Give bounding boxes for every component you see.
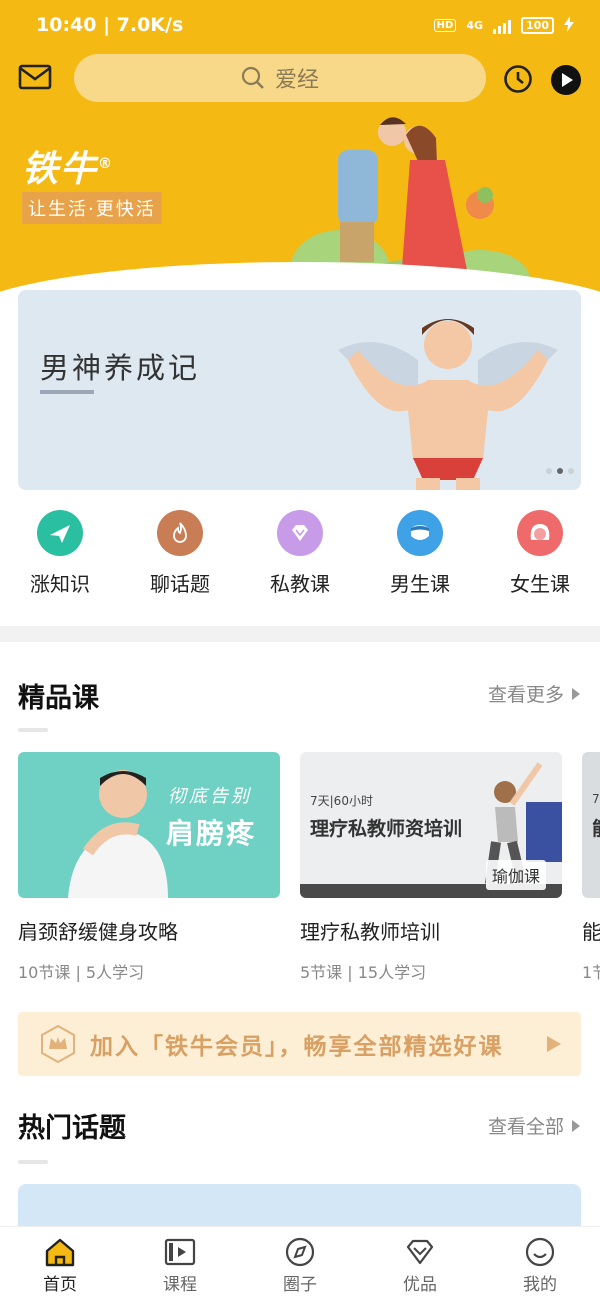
course-thumbnail: 彻底告别 肩膀疼 [18,752,280,898]
category-knowledge[interactable]: 涨知识 [0,510,120,610]
status-time: 10:40 | 7.0K/s [36,14,184,36]
course-meta: 5节课 | 15人学习 [300,963,427,982]
course-card[interactable]: 7天|60小时 理疗私教师资培训 瑜伽课 理疗私教师培训 5节课 | 15人学习 [300,752,562,983]
course-title: 肩颈舒缓健身攻略 [18,920,178,944]
signal-label: 4G [466,19,484,32]
premium-title-underline [18,728,48,732]
search-bar[interactable]: 爱经 [74,54,486,102]
membership-text: 加入「铁牛会员」，畅享全部精选好课 [90,1034,504,1060]
section-divider [0,626,600,642]
diamond-icon [406,1239,434,1265]
banner-pager [546,468,574,474]
crown-badge-icon [41,1024,75,1064]
brand-logo: 铁牛® [22,149,115,190]
course-card[interactable]: 7 能 能 1节 [582,752,600,983]
membership-banner[interactable]: 加入「铁牛会员」，畅享全部精选好课 [18,1012,581,1076]
brand-slogan: 让生活·更快活 [22,192,162,224]
play-arrow-icon [547,1036,561,1052]
tab-shop[interactable]: 优品 [360,1227,480,1301]
course-meta: 10节课 | 5人学习 [18,963,145,982]
premium-more-link[interactable]: 查看更多 [488,680,580,707]
chevron-right-icon [572,1119,580,1132]
topics-more-link[interactable]: 查看全部 [488,1112,580,1139]
hero-header: 10:40 | 7.0K/s HD 4G 100 爱经 铁牛® 让生活·更快活 [0,0,600,330]
category-topics[interactable]: 聊话题 [120,510,240,610]
video-icon [164,1238,196,1266]
hd-badge: HD [433,19,457,32]
battery-icon: 100 [521,17,554,34]
course-card[interactable]: 彻底告别 肩膀疼 肩颈舒缓健身攻略 10节课 | 5人学习 [18,752,280,983]
category-female-class[interactable]: 女生课 [480,510,600,610]
thumb-caption-small: 7 [592,792,600,806]
muscle-man-illustration [338,319,558,490]
topics-title-underline [18,1160,48,1164]
history-clock-icon[interactable] [503,64,533,94]
mail-icon[interactable] [18,64,54,92]
tab-mine[interactable]: 我的 [480,1227,600,1301]
course-thumbnail: 7天|60小时 理疗私教师资培训 瑜伽课 [300,752,562,898]
bottom-tab-bar: 首页 课程 圈子 优品 我的 [0,1226,600,1301]
course-title: 能 [582,920,600,944]
thumb-caption-small: 彻底告别 [168,786,252,807]
category-male-class[interactable]: 男生课 [360,510,480,610]
banner-underline [40,390,94,394]
home-icon [45,1238,75,1267]
tab-courses[interactable]: 课程 [120,1227,240,1301]
course-thumbnail: 7 能 [582,752,600,898]
thumb-caption-big: 肩膀疼 [166,817,257,850]
hot-icon [157,510,203,556]
status-bar: 10:40 | 7.0K/s HD 4G 100 [0,0,600,52]
promo-banner[interactable]: 男神养成记 [18,290,581,490]
smile-icon [525,1237,555,1267]
charging-icon [564,16,574,35]
banner-title: 男神养成记 [40,351,201,385]
search-icon [241,66,264,89]
course-title: 理疗私教师培训 [300,920,440,944]
status-indicators: HD 4G 100 [433,16,574,35]
signal-icon [493,18,512,34]
chevron-right-icon [572,687,580,700]
plane-icon [37,510,83,556]
premium-section-title: 精品课 [18,683,99,714]
tab-home[interactable]: 首页 [0,1227,120,1301]
diamond-icon [277,510,323,556]
course-meta: 1节 [582,963,600,982]
top-bar: 爱经 [0,52,600,106]
play-icon[interactable] [550,64,582,96]
registered-mark: ® [98,156,115,172]
female-face-icon [517,510,563,556]
thumb-caption-big: 能 [592,814,600,841]
tab-circle[interactable]: 圈子 [240,1227,360,1301]
topics-section-title: 热门话题 [18,1113,126,1144]
course-tag: 瑜伽课 [486,860,547,890]
category-private-class[interactable]: 私教课 [240,510,360,610]
search-placeholder: 爱经 [274,68,319,93]
male-face-icon [397,510,443,556]
category-row: 涨知识 聊话题 私教课 男生课 女生课 [0,510,600,610]
compass-icon [285,1237,315,1267]
